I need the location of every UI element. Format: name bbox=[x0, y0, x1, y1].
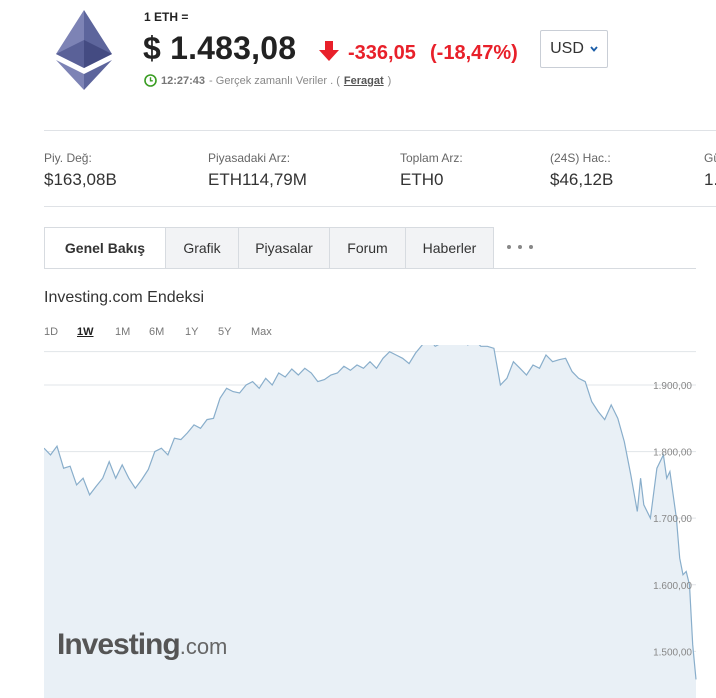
stat-label: Piy. Değ: bbox=[44, 151, 92, 165]
more-tabs-icon[interactable] bbox=[507, 238, 533, 256]
currency-select-value: USD bbox=[550, 40, 584, 57]
range-1w[interactable]: 1W bbox=[77, 326, 115, 338]
realtime-label: - Gerçek zamanlı Veriler . ( bbox=[209, 74, 340, 87]
range-max[interactable]: Max bbox=[251, 326, 272, 338]
stat-value: $163,08B bbox=[44, 170, 117, 189]
stat-label: Gü bbox=[704, 151, 716, 165]
tab-underline bbox=[44, 268, 696, 269]
update-time: 12:27:43 bbox=[161, 74, 206, 87]
stat-value: 1. bbox=[704, 170, 716, 189]
investing-watermark: Investing.com bbox=[57, 628, 227, 662]
watermark-brand: Investing bbox=[57, 628, 181, 661]
stat-market-cap: Piy. Değ: $163,08B bbox=[44, 151, 117, 190]
divider bbox=[44, 206, 716, 207]
tab-forum[interactable]: Forum bbox=[330, 227, 406, 269]
stat-value: ETH0 bbox=[400, 170, 444, 189]
y-tick-label: 1.900,00 bbox=[653, 381, 692, 392]
time-range-selector: 1D 1W 1M 6M 1Y 5Y Max bbox=[44, 326, 272, 338]
range-1m[interactable]: 1M bbox=[115, 326, 149, 338]
chevron-down-icon bbox=[590, 46, 598, 52]
price-change-percent: (-18,47%) bbox=[430, 42, 518, 64]
watermark-suffix: .com bbox=[179, 634, 228, 659]
price: $ 1.483,08 bbox=[143, 30, 297, 66]
range-5y[interactable]: 5Y bbox=[218, 326, 251, 338]
range-6m[interactable]: 6M bbox=[149, 326, 185, 338]
stat-label: Piyasadaki Arz: bbox=[208, 151, 291, 165]
tab-chart[interactable]: Grafik bbox=[166, 227, 239, 269]
price-change: -336,05 bbox=[348, 42, 416, 64]
disclaimer-link[interactable]: Feragat bbox=[344, 75, 384, 87]
stat-value: $46,12B bbox=[550, 170, 614, 189]
divider bbox=[44, 130, 716, 131]
index-title: Investing.com Endeksi bbox=[44, 289, 205, 306]
stat-total-supply: Toplam Arz: ETH0 bbox=[400, 151, 463, 190]
stat-volume-24h: (24S) Hac.: $46,12B bbox=[550, 151, 613, 190]
stat-value: ETH114,79M bbox=[208, 170, 307, 189]
y-tick-label: 1.800,00 bbox=[653, 448, 692, 459]
tab-bar: Genel Bakış Grafik Piyasalar Forum Haber… bbox=[44, 227, 494, 269]
unit-label: 1 ETH = bbox=[144, 10, 189, 24]
stat-label: Toplam Arz: bbox=[400, 151, 463, 165]
currency-select[interactable]: USD bbox=[540, 30, 608, 68]
status-row: 12:27:43 - Gerçek zamanlı Veriler . ( Fe… bbox=[144, 74, 391, 87]
y-tick-label: 1.500,00 bbox=[653, 647, 692, 658]
range-1y[interactable]: 1Y bbox=[185, 326, 218, 338]
tab-news[interactable]: Haberler bbox=[406, 227, 494, 269]
down-arrow-icon bbox=[319, 41, 339, 61]
stat-cutoff: Gü 1. bbox=[704, 151, 716, 190]
ethereum-logo-icon bbox=[56, 10, 112, 90]
y-tick-label: 1.600,00 bbox=[653, 581, 692, 592]
y-tick-label: 1.700,00 bbox=[653, 514, 692, 525]
tab-overview[interactable]: Genel Bakış bbox=[44, 227, 166, 269]
stat-circulating-supply: Piyasadaki Arz: ETH114,79M bbox=[208, 151, 307, 190]
status-close: ) bbox=[387, 74, 392, 87]
clock-icon bbox=[144, 74, 157, 87]
tab-markets[interactable]: Piyasalar bbox=[239, 227, 330, 269]
stat-label: (24S) Hac.: bbox=[550, 151, 611, 165]
range-1d[interactable]: 1D bbox=[44, 326, 77, 338]
